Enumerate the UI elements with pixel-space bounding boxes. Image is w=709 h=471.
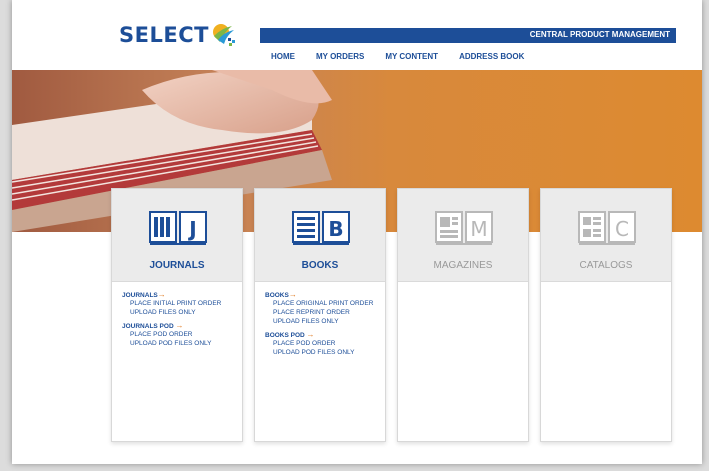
card-catalogs[interactable]: C CATALOGS: [540, 188, 672, 442]
card-title: CATALOGS: [579, 260, 633, 271]
main-nav: HOME MY ORDERS MY CONTENT ADDRESS BOOK: [271, 52, 524, 61]
card-links: BOOKS→ PLACE ORIGINAL PRINT ORDER PLACE …: [255, 282, 385, 357]
nav-home[interactable]: HOME: [271, 52, 295, 61]
group-books-pod[interactable]: BOOKS POD →: [265, 330, 385, 339]
link-place-reprint-order[interactable]: PLACE REPRINT ORDER: [273, 308, 385, 317]
link-upload-files-only[interactable]: UPLOAD FILES ONLY: [130, 308, 242, 317]
link-upload-files-only[interactable]: UPLOAD FILES ONLY: [273, 317, 385, 326]
arrow-icon: →: [288, 290, 297, 299]
card-letter: B: [328, 217, 343, 241]
card-letter: C: [615, 217, 629, 241]
select-logo[interactable]: SELECT: [119, 22, 236, 48]
header-bar: CENTRAL PRODUCT MANAGEMENT: [260, 28, 676, 43]
card-title: JOURNALS: [149, 260, 205, 271]
link-upload-pod-files-only[interactable]: UPLOAD POD FILES ONLY: [130, 339, 242, 348]
arrow-icon: →: [157, 290, 166, 299]
card-journals[interactable]: J JOURNALS JOURNALS→ PLACE INITIAL PRINT…: [111, 188, 243, 442]
card-links: JOURNALS→ PLACE INITIAL PRINT ORDER UPLO…: [112, 282, 242, 348]
header-bar-label: CENTRAL PRODUCT MANAGEMENT: [529, 30, 670, 39]
page: SELECT CENTRAL PRODUCT MANAGEMENT HOME M…: [12, 0, 702, 464]
catalogs-book-icon: C: [578, 211, 636, 245]
link-place-pod-order[interactable]: PLACE POD ORDER: [130, 330, 242, 339]
card-header: B BOOKS: [255, 189, 385, 282]
arrow-icon: →: [175, 321, 184, 330]
link-upload-pod-files-only[interactable]: UPLOAD POD FILES ONLY: [273, 348, 385, 357]
group-journals-pod[interactable]: JOURNALS POD →: [122, 321, 242, 330]
card-magazines[interactable]: M MAGAZINES: [397, 188, 529, 442]
logo-mark-icon: [210, 22, 236, 48]
nav-address-book[interactable]: ADDRESS BOOK: [459, 52, 524, 61]
journals-book-icon: J: [149, 211, 207, 245]
link-place-original-print-order[interactable]: PLACE ORIGINAL PRINT ORDER: [273, 299, 385, 308]
nav-my-content[interactable]: MY CONTENT: [385, 52, 438, 61]
magazines-book-icon: M: [435, 211, 493, 245]
group-books[interactable]: BOOKS→: [265, 290, 385, 299]
card-header: M MAGAZINES: [398, 189, 528, 282]
card-header: C CATALOGS: [541, 189, 671, 282]
nav-my-orders[interactable]: MY ORDERS: [316, 52, 364, 61]
logo-text: SELECT: [119, 23, 209, 47]
card-title: MAGAZINES: [433, 260, 493, 271]
card-letter: J: [187, 217, 196, 241]
card-letter: M: [470, 217, 487, 241]
group-journals[interactable]: JOURNALS→: [122, 290, 242, 299]
arrow-icon: →: [306, 330, 315, 339]
card-header: J JOURNALS: [112, 189, 242, 282]
link-place-initial-print-order[interactable]: PLACE INITIAL PRINT ORDER: [130, 299, 242, 308]
card-books[interactable]: B BOOKS BOOKS→ PLACE ORIGINAL PRINT ORDE…: [254, 188, 386, 442]
link-place-pod-order[interactable]: PLACE POD ORDER: [273, 339, 385, 348]
card-title: BOOKS: [301, 260, 339, 271]
books-book-icon: B: [292, 211, 350, 245]
